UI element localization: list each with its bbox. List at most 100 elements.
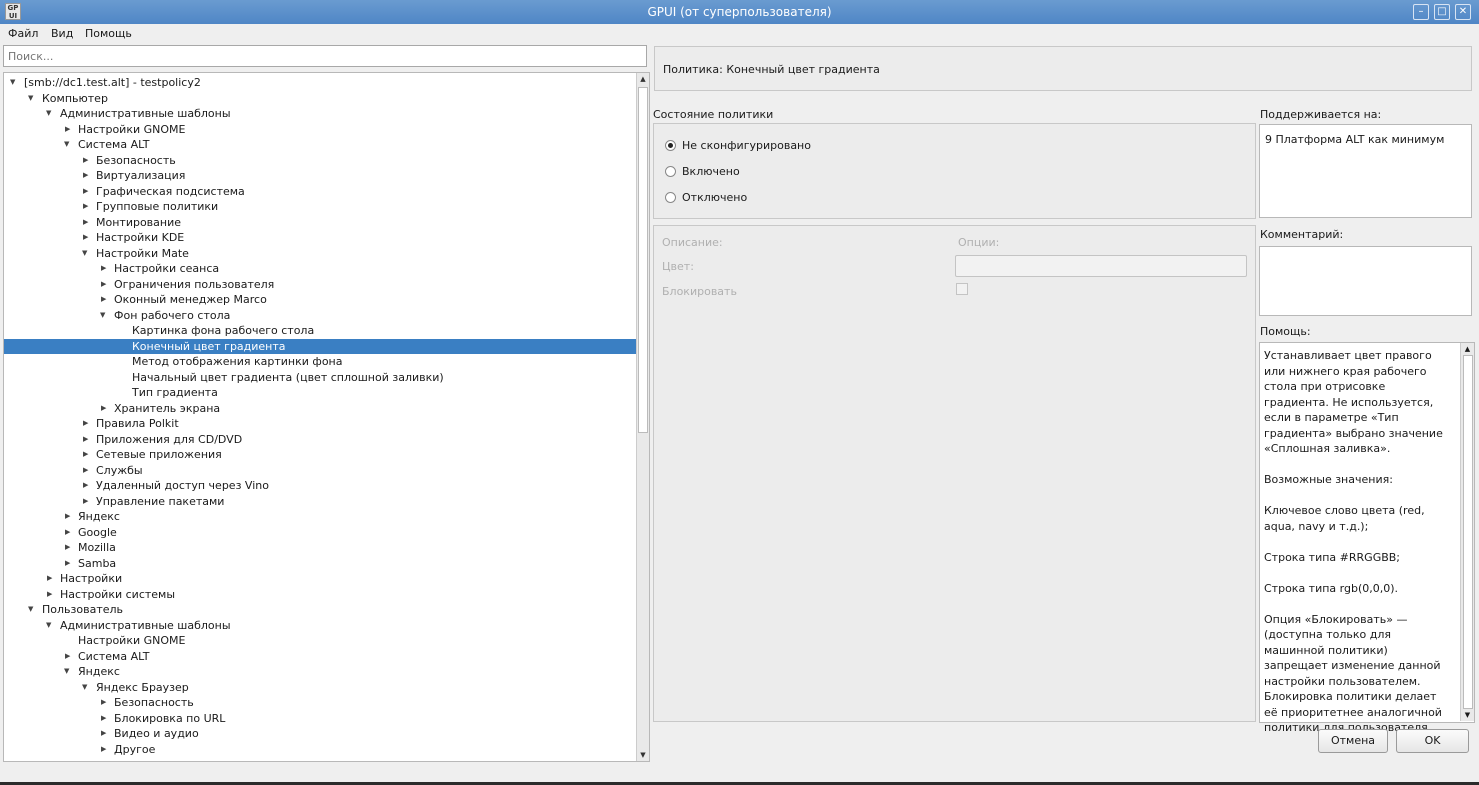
close-icon[interactable]: ✕ [1455,4,1471,20]
tree-item[interactable]: ▶ Управление пакетами [4,494,638,509]
tree-item[interactable]: ▶ Ограничения пользователя [4,277,638,292]
cancel-button[interactable]: Отмена [1318,729,1388,753]
tree-item[interactable]: ▶ Удаленный доступ через Vino [4,478,638,493]
collapsed-arrow-icon[interactable]: ▶ [83,199,88,214]
radio-disabled-label[interactable]: Отключено [682,191,747,204]
collapsed-arrow-icon[interactable]: ▶ [83,432,88,447]
collapsed-arrow-icon[interactable]: ▶ [101,277,106,292]
tree-item[interactable]: ▶ Другое [4,742,638,757]
lock-checkbox[interactable] [956,283,968,295]
scrollbar-thumb[interactable] [1463,355,1473,709]
scrollbar-thumb[interactable] [638,87,648,433]
tree-item[interactable]: ▶ Настройки [4,571,638,586]
tree-item[interactable]: Тип градиента [4,385,638,400]
radio-enabled[interactable] [665,166,676,177]
tree-item[interactable]: ▶ Оконный менеджер Marco [4,292,638,307]
tree-item[interactable]: ▶ Mozilla [4,540,638,555]
collapsed-arrow-icon[interactable]: ▶ [65,509,70,524]
tree-item[interactable]: ▼ Компьютер [4,91,638,106]
expanded-arrow-icon[interactable]: ▼ [10,75,15,90]
tree-item[interactable]: Картинка фона рабочего стола [4,323,638,338]
expanded-arrow-icon[interactable]: ▼ [82,246,87,261]
tree-item[interactable]: ▶ Настройки GNOME [4,122,638,137]
help-scrollbar[interactable]: ▲ ▼ [1460,343,1474,721]
expanded-arrow-icon[interactable]: ▼ [82,680,87,695]
comment-textarea[interactable] [1259,246,1472,316]
minimize-icon[interactable]: – [1413,4,1429,20]
expanded-arrow-icon[interactable]: ▼ [64,664,69,679]
collapsed-arrow-icon[interactable]: ▶ [83,463,88,478]
tree-item[interactable]: Метод отображения картинки фона [4,354,638,369]
tree-item[interactable]: ▶ Настройки KDE [4,230,638,245]
radio-disabled[interactable] [665,192,676,203]
tree-item[interactable]: ▼ [smb://dc1.test.alt] - testpolicy2 [4,75,638,90]
tree-item[interactable]: ▶ Безопасность [4,153,638,168]
tree-item[interactable]: ▶ Хранитель экрана [4,401,638,416]
search-input[interactable] [3,45,647,67]
tree-item[interactable]: ▶ Виртуализация [4,168,638,183]
tree-item[interactable]: ▶ Сетевые приложения [4,447,638,462]
menu-file[interactable]: Файл [8,27,38,40]
tree-item[interactable]: ▶ Графическая подсистема [4,184,638,199]
tree-item[interactable]: ▶ Samba [4,556,638,571]
tree-item[interactable]: ▶ Приложения для CD/DVD [4,432,638,447]
collapsed-arrow-icon[interactable]: ▶ [65,525,70,540]
collapsed-arrow-icon[interactable]: ▶ [101,711,106,726]
tree-item[interactable]: ▶ Службы [4,463,638,478]
tree-item[interactable]: ▼ Административные шаблоны [4,618,638,633]
ok-button[interactable]: OK [1396,729,1469,753]
collapsed-arrow-icon[interactable]: ▶ [83,416,88,431]
tree-item[interactable]: ▶ Блокировка по URL [4,711,638,726]
radio-not-configured[interactable] [665,140,676,151]
collapsed-arrow-icon[interactable]: ▶ [65,556,70,571]
collapsed-arrow-icon[interactable]: ▶ [83,215,88,230]
color-input[interactable] [955,255,1247,277]
tree-item[interactable]: ▼ Яндекс [4,664,638,679]
expanded-arrow-icon[interactable]: ▼ [28,602,33,617]
collapsed-arrow-icon[interactable]: ▶ [65,649,70,664]
expanded-arrow-icon[interactable]: ▼ [64,137,69,152]
collapsed-arrow-icon[interactable]: ▶ [83,494,88,509]
collapsed-arrow-icon[interactable]: ▶ [83,168,88,183]
collapsed-arrow-icon[interactable]: ▶ [101,726,106,741]
collapsed-arrow-icon[interactable]: ▶ [47,587,52,602]
tree-item[interactable]: ▼ Административные шаблоны [4,106,638,121]
expanded-arrow-icon[interactable]: ▼ [46,106,51,121]
collapsed-arrow-icon[interactable]: ▶ [83,230,88,245]
tree-item[interactable]: ▶ Безопасность [4,695,638,710]
scroll-down-icon[interactable]: ▼ [637,749,649,761]
tree-item[interactable]: ▶ Правила Polkit [4,416,638,431]
collapsed-arrow-icon[interactable]: ▶ [83,478,88,493]
radio-enabled-label[interactable]: Включено [682,165,740,178]
policy-tree[interactable]: ▼ [smb://dc1.test.alt] - testpolicy2 ▼ Комп… [3,72,650,762]
radio-not-configured-label[interactable]: Не сконфигурировано [682,139,811,152]
collapsed-arrow-icon[interactable]: ▶ [83,184,88,199]
collapsed-arrow-icon[interactable]: ▶ [101,695,106,710]
menu-help[interactable]: Помощь [85,27,132,40]
tree-item[interactable]: ▶ Система ALT [4,649,638,664]
collapsed-arrow-icon[interactable]: ▶ [83,153,88,168]
collapsed-arrow-icon[interactable]: ▶ [65,540,70,555]
tree-item[interactable]: ▼ Система ALT [4,137,638,152]
menu-view[interactable]: Вид [51,27,73,40]
expanded-arrow-icon[interactable]: ▼ [100,308,105,323]
tree-item[interactable]: Начальный цвет градиента (цвет сплошной … [4,370,638,385]
tree-item[interactable]: Настройки GNOME [4,633,638,648]
expanded-arrow-icon[interactable]: ▼ [46,618,51,633]
scroll-up-icon[interactable]: ▲ [637,73,649,85]
tree-item[interactable]: ▼ Настройки Mate [4,246,638,261]
tree-item[interactable]: ▼ Пользователь [4,602,638,617]
tree-item[interactable]: ▶ Яндекс [4,509,638,524]
tree-scrollbar[interactable]: ▲ ▼ [636,73,649,761]
collapsed-arrow-icon[interactable]: ▶ [47,571,52,586]
collapsed-arrow-icon[interactable]: ▶ [101,742,106,757]
tree-item[interactable]: ▶ Google [4,525,638,540]
expanded-arrow-icon[interactable]: ▼ [28,91,33,106]
tree-item[interactable]: Конечный цвет градиента [4,338,638,354]
tree-item[interactable]: ▼ Фон рабочего стола [4,308,638,323]
scroll-up-icon[interactable]: ▲ [1461,343,1474,355]
tree-item[interactable]: ▶ Монтирование [4,215,638,230]
collapsed-arrow-icon[interactable]: ▶ [101,401,106,416]
maximize-icon[interactable]: □ [1434,4,1450,20]
tree-item[interactable]: ▶ Настройки сеанса [4,261,638,276]
